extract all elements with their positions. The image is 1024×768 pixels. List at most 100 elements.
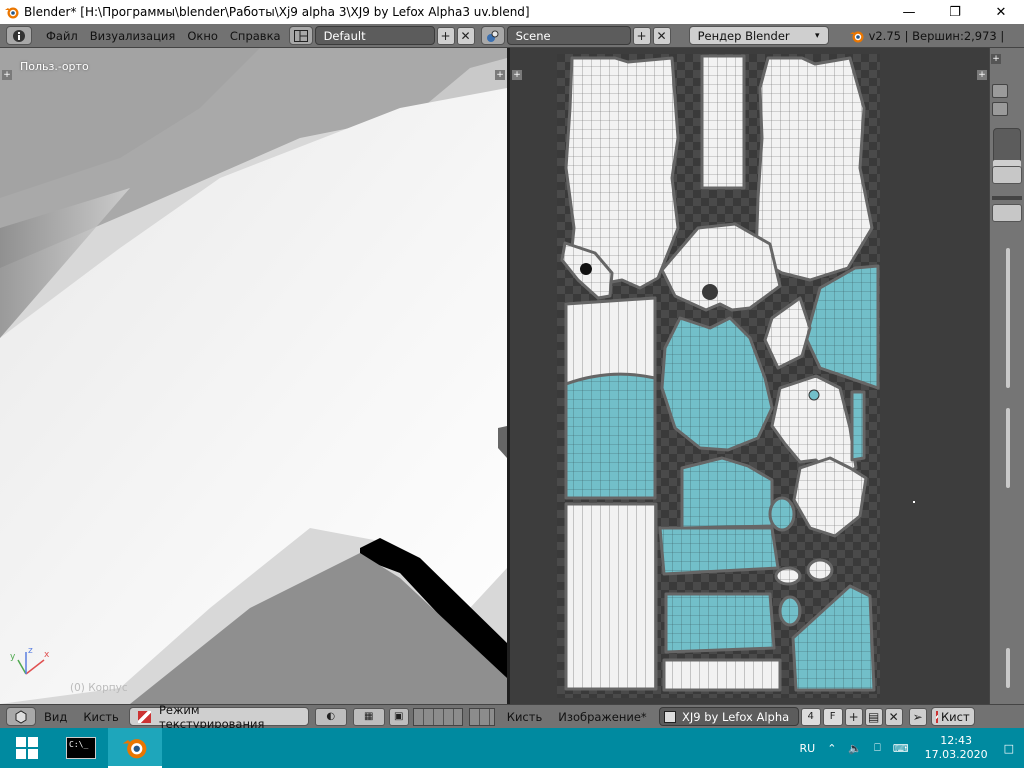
viewport-render bbox=[0, 48, 507, 704]
toolshelf-toggle[interactable]: + bbox=[2, 70, 12, 80]
image-name-value: XJ9 by Lefox Alpha3... bbox=[681, 709, 790, 724]
pin-icon: ➢ bbox=[912, 709, 923, 724]
render-engine-value: Рендер Blender bbox=[697, 28, 790, 43]
screen: Blender* [H:\Программы\blender\Работы\Xj… bbox=[0, 0, 1024, 768]
image-users-count: 4 bbox=[800, 707, 821, 726]
remove-scene-button[interactable]: ✕ bbox=[652, 26, 671, 45]
minimize-button[interactable]: — bbox=[886, 0, 932, 24]
uv-menu-brush[interactable]: Кисть bbox=[499, 710, 550, 724]
clock-time: 12:43 bbox=[940, 734, 972, 747]
layout-field[interactable]: Default bbox=[314, 26, 435, 45]
terminal-icon: C:\_ bbox=[66, 737, 96, 759]
clock[interactable]: 12:43 17.03.2020 bbox=[915, 734, 998, 762]
volume-icon[interactable]: 🔈 bbox=[842, 742, 868, 755]
close-icon: ✕ bbox=[888, 709, 899, 724]
uv-properties-toggle[interactable]: + bbox=[977, 70, 987, 80]
layer-grid[interactable] bbox=[412, 707, 463, 726]
close-window-button[interactable]: ✕ bbox=[978, 0, 1024, 24]
chevron-up-icon[interactable]: ⌃ bbox=[821, 742, 842, 755]
axis-z-label: z bbox=[28, 646, 33, 656]
scene-value: Scene bbox=[515, 28, 551, 43]
image-browse-icon bbox=[663, 710, 676, 723]
menu-window[interactable]: Окно bbox=[181, 26, 224, 46]
start-button[interactable] bbox=[0, 728, 54, 768]
close-icon: ✕ bbox=[460, 28, 471, 43]
scene-stats: v2.75 | Вершин:2,973 | Гр bbox=[868, 28, 1005, 43]
pivot-select[interactable]: ▦ bbox=[352, 707, 385, 726]
properties-corner[interactable]: + bbox=[991, 54, 1001, 64]
layer-grid-2[interactable] bbox=[468, 707, 495, 726]
axis-y-label: y bbox=[10, 652, 16, 662]
properties-scrollbar-3[interactable] bbox=[1006, 648, 1010, 688]
properties-toggle[interactable]: + bbox=[495, 70, 505, 80]
info-editor-type-button[interactable] bbox=[6, 26, 32, 45]
occlude-toggle[interactable]: ▣ bbox=[388, 707, 409, 726]
network-icon[interactable]: ⎕ bbox=[868, 741, 887, 755]
plus-icon: + bbox=[636, 28, 647, 43]
maximize-button[interactable]: ❐ bbox=[932, 0, 978, 24]
info-header: Файл Визуализация Окно Справка Default +… bbox=[0, 24, 1024, 48]
editor-headers: Вид Кисть Режим текстурирования ◐ ▦ ▣ Ки… bbox=[0, 703, 1024, 731]
add-layout-button[interactable]: + bbox=[436, 26, 455, 45]
chevron-updown-icon: ▾ bbox=[815, 30, 820, 41]
layout-value: Default bbox=[323, 28, 366, 43]
uv-image-editor[interactable]: + + bbox=[510, 48, 989, 704]
image-name-field[interactable]: XJ9 by Lefox Alpha3... bbox=[658, 707, 799, 726]
3d-viewport[interactable]: Польз.-орто x y z (0) Корпус + + bbox=[0, 48, 507, 704]
uv-toolshelf-toggle[interactable]: + bbox=[512, 70, 522, 80]
properties-button-2[interactable] bbox=[992, 204, 1022, 222]
fake-user-toggle[interactable]: F bbox=[822, 707, 843, 726]
cube-icon: ▣ bbox=[394, 711, 404, 722]
properties-button[interactable] bbox=[992, 166, 1022, 184]
uv-brush-select[interactable]: Кист bbox=[930, 707, 975, 726]
view3d-editor-type-button[interactable] bbox=[6, 707, 36, 726]
notification-icon[interactable]: □ bbox=[998, 742, 1024, 755]
properties-divider bbox=[992, 196, 1022, 200]
new-image-button[interactable]: + bbox=[844, 707, 863, 726]
window-titlebar: Blender* [H:\Программы\blender\Работы\Xj… bbox=[0, 0, 1024, 24]
scene-button[interactable] bbox=[480, 26, 505, 45]
menu-help[interactable]: Справка bbox=[224, 26, 287, 46]
pivot-icon: ▦ bbox=[364, 711, 374, 722]
texture-paint-mode-icon bbox=[935, 710, 939, 723]
open-image-button[interactable]: ▤ bbox=[864, 707, 883, 726]
plus-icon: + bbox=[440, 28, 451, 43]
view3d-menu-brush[interactable]: Кисть bbox=[75, 710, 126, 724]
blender-logo-icon bbox=[5, 7, 19, 19]
properties-scrollbar-2[interactable] bbox=[1006, 408, 1010, 488]
system-tray: RU ⌃ 🔈 ⎕ ⌨ 12:43 17.03.2020 □ bbox=[793, 728, 1024, 768]
maximize-icon: ❐ bbox=[949, 4, 961, 20]
screen-layout-icon bbox=[293, 29, 308, 42]
uv-menu-image[interactable]: Изображение* bbox=[550, 710, 654, 724]
close-icon: ✕ bbox=[995, 4, 1007, 20]
blender-taskbar-button[interactable] bbox=[108, 728, 162, 768]
clock-date: 17.03.2020 bbox=[924, 748, 988, 761]
pin-button[interactable]: ➢ bbox=[908, 707, 927, 726]
screen-layout-button[interactable] bbox=[288, 26, 313, 45]
add-scene-button[interactable]: + bbox=[632, 26, 651, 45]
properties-editor[interactable]: + bbox=[989, 48, 1024, 704]
info-editor-icon bbox=[13, 29, 25, 42]
scene-field[interactable]: Scene bbox=[506, 26, 631, 45]
render-tab-icon[interactable] bbox=[992, 84, 1008, 98]
mode-select[interactable]: Режим текстурирования bbox=[128, 703, 309, 731]
keyboard-icon[interactable]: ⌨ bbox=[887, 742, 915, 755]
unlink-image-button[interactable]: ✕ bbox=[884, 707, 903, 726]
remove-layout-button[interactable]: ✕ bbox=[456, 26, 475, 45]
active-object-label: (0) Корпус bbox=[70, 682, 128, 694]
language-indicator[interactable]: RU bbox=[793, 742, 821, 755]
view3d-editor-icon bbox=[15, 709, 27, 724]
scene-tab-icon[interactable] bbox=[992, 102, 1008, 116]
properties-scrollbar[interactable] bbox=[1006, 248, 1010, 388]
menu-file[interactable]: Файл bbox=[40, 26, 84, 46]
mode-value: Режим текстурирования bbox=[158, 702, 265, 731]
uv-cursor bbox=[913, 501, 915, 503]
shading-select[interactable]: ◐ bbox=[314, 707, 347, 726]
terminal-taskbar-button[interactable]: C:\_ bbox=[54, 728, 108, 768]
render-engine-select[interactable]: Рендер Blender ▾ bbox=[688, 26, 829, 45]
windows-start-icon bbox=[16, 737, 38, 759]
view3d-menu-view[interactable]: Вид bbox=[36, 710, 75, 724]
texture-paint-mode-icon bbox=[137, 710, 151, 723]
menu-render[interactable]: Визуализация bbox=[84, 26, 182, 46]
folder-icon: ▤ bbox=[868, 709, 880, 724]
